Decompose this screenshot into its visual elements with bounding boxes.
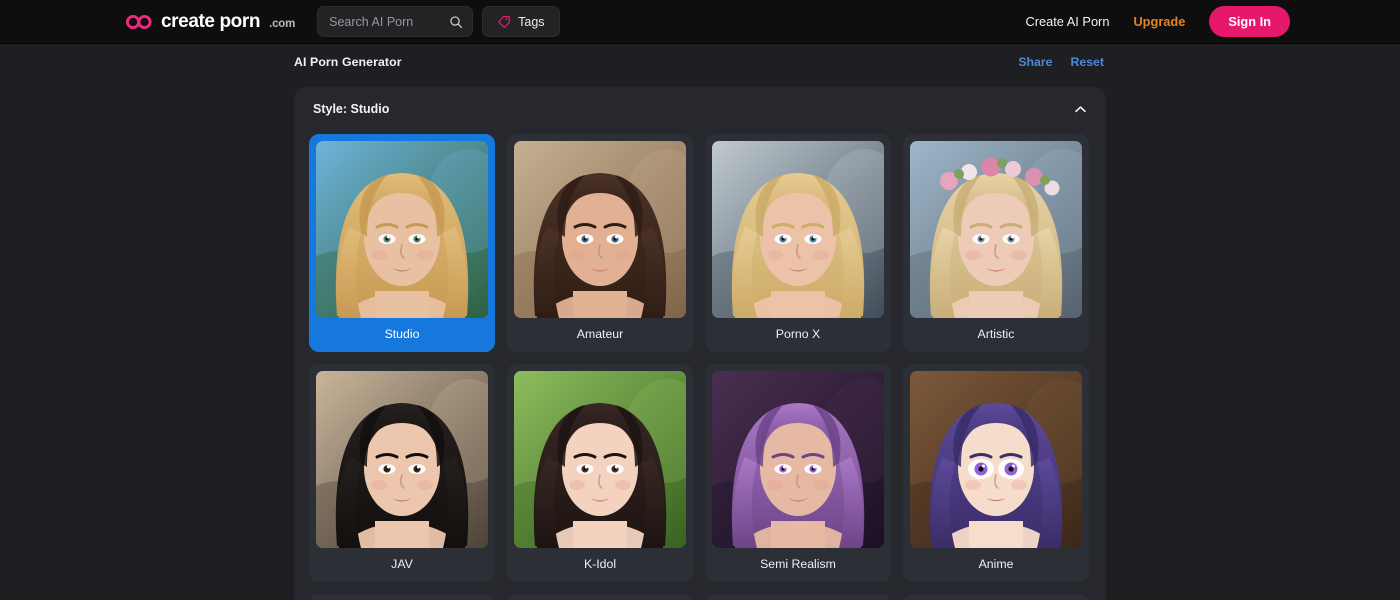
style-card-anime[interactable]: Anime xyxy=(903,364,1089,582)
search-container xyxy=(317,6,474,37)
nav-upgrade[interactable]: Upgrade xyxy=(1133,14,1185,29)
style-card-label: Studio xyxy=(384,327,420,341)
style-card-thumbnail xyxy=(514,141,686,318)
style-card-jav[interactable]: JAV xyxy=(309,364,495,582)
style-card-thumbnail xyxy=(316,371,488,548)
style-card-label: K-Idol xyxy=(583,557,617,571)
search-input[interactable] xyxy=(329,14,450,29)
style-card-k-idol[interactable]: K-Idol xyxy=(507,364,693,582)
style-card-grid: Studio Amateur Porno X Artistic JAV K-Id… xyxy=(308,131,1092,600)
style-card-porno-x[interactable]: Porno X xyxy=(705,134,891,352)
search-box[interactable] xyxy=(317,6,474,37)
reset-button[interactable]: Reset xyxy=(1071,55,1105,69)
style-card[interactable] xyxy=(309,594,495,600)
style-card-thumbnail xyxy=(316,141,488,318)
style-accordion-title: Style: Studio xyxy=(313,102,390,116)
style-card-semi-realism[interactable]: Semi Realism xyxy=(705,364,891,582)
tags-button[interactable]: Tags xyxy=(482,6,560,37)
style-card-thumbnail xyxy=(712,141,884,318)
style-card-thumbnail xyxy=(910,371,1082,548)
style-card-thumbnail xyxy=(712,371,884,548)
style-accordion-header[interactable]: Style: Studio xyxy=(308,87,1092,131)
style-card-artistic[interactable]: Artistic xyxy=(903,134,1089,352)
chevron-up-icon[interactable] xyxy=(1073,102,1088,117)
style-card-thumbnail xyxy=(910,141,1082,318)
share-button[interactable]: Share xyxy=(1018,55,1052,69)
top-navigation-bar: create porn .com Tags Create AI Porn Upg… xyxy=(0,0,1400,44)
style-card-label: Amateur xyxy=(576,327,624,341)
logo-tld: .com xyxy=(269,17,296,30)
style-selector-panel: Style: Studio Studio Amateur Porno X Art… xyxy=(294,87,1106,600)
page-title: AI Porn Generator xyxy=(294,55,402,69)
style-card-label: Anime xyxy=(978,557,1014,571)
style-card[interactable] xyxy=(903,594,1089,600)
site-logo[interactable]: create porn .com xyxy=(126,11,295,33)
generator-actions: Share Reset xyxy=(1018,55,1104,69)
infinity-icon xyxy=(126,14,152,29)
nav-create-ai-porn[interactable]: Create AI Porn xyxy=(1026,14,1110,29)
search-icon[interactable] xyxy=(449,15,463,29)
style-card[interactable] xyxy=(705,594,891,600)
generator-header: AI Porn Generator Share Reset xyxy=(294,44,1106,69)
tags-button-label: Tags xyxy=(518,14,545,29)
tag-icon xyxy=(497,15,511,29)
style-card-label: Artistic xyxy=(977,327,1015,341)
style-card-label: Porno X xyxy=(775,327,821,341)
logo-wordmark: create porn xyxy=(161,10,261,32)
style-card-label: Semi Realism xyxy=(760,557,836,571)
top-nav-right: Create AI Porn Upgrade Sign In xyxy=(1026,6,1290,37)
style-card[interactable] xyxy=(507,594,693,600)
page-body: AI Porn Generator Share Reset Style: Stu… xyxy=(0,44,1400,600)
sign-in-button[interactable]: Sign In xyxy=(1209,6,1290,37)
style-card-thumbnail xyxy=(514,371,686,548)
style-card-studio[interactable]: Studio xyxy=(309,134,495,352)
style-card-amateur[interactable]: Amateur xyxy=(507,134,693,352)
style-card-label: JAV xyxy=(391,557,413,571)
